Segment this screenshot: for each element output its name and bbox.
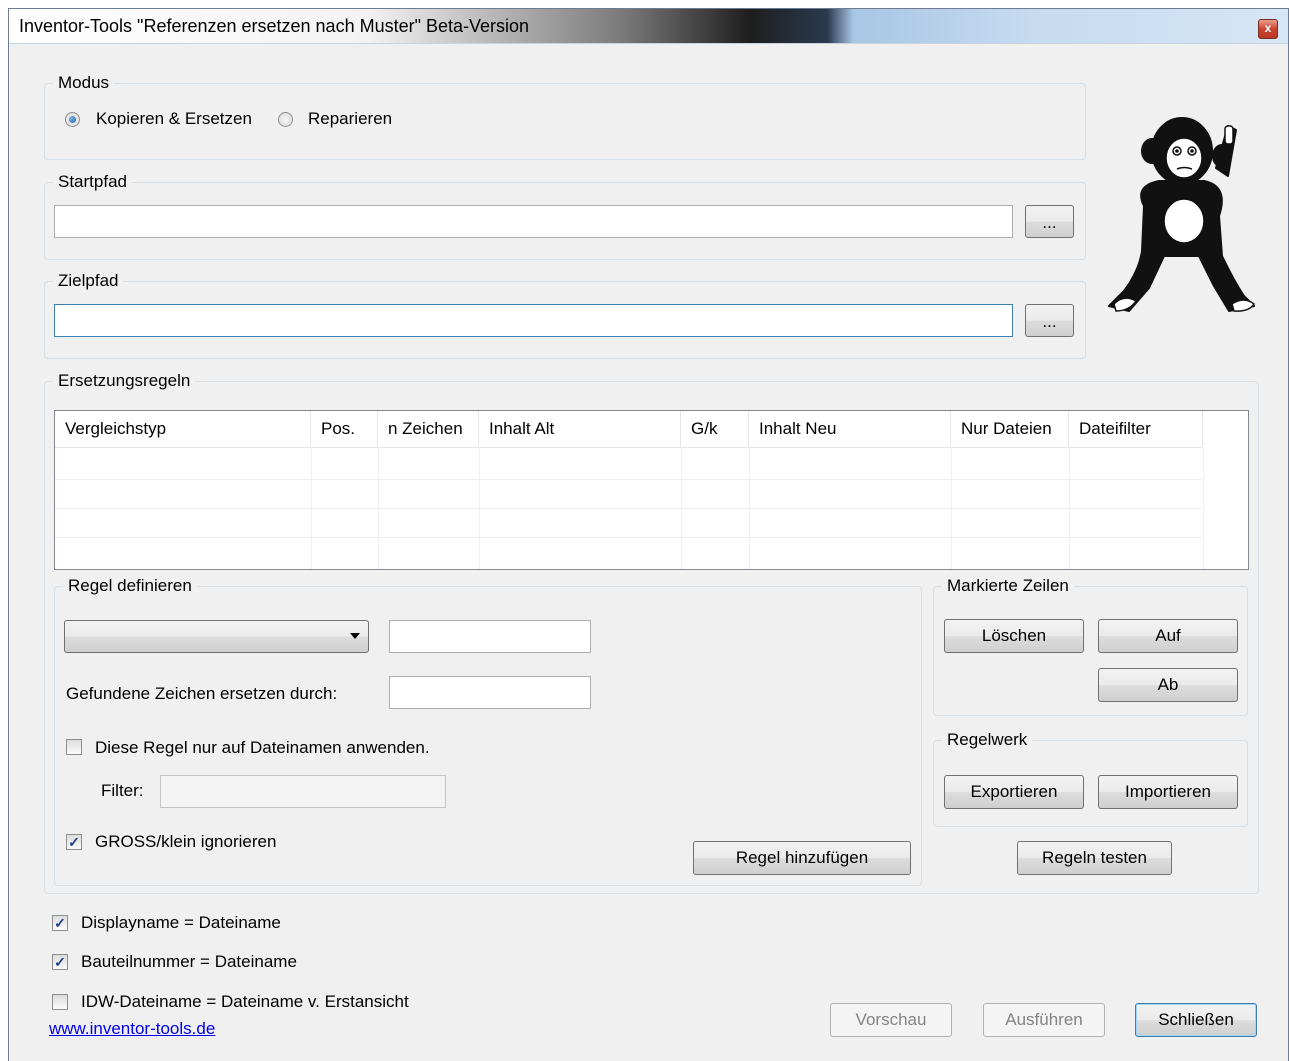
monkey-thinking-logo [1104,106,1259,321]
grid-line [55,508,1202,509]
title-bar[interactable]: Inventor-Tools "Referenzen ersetzen nach… [9,9,1288,43]
marked-rows-legend: Markierte Zeilen [942,577,1074,595]
radio-repair-label[interactable]: Reparieren [308,109,392,129]
filenames-only-label[interactable]: Diese Regel nur auf Dateinamen anwenden. [95,738,430,758]
column-header[interactable]: Vergleichstyp [55,411,311,447]
window-title: Inventor-Tools "Referenzen ersetzen nach… [19,16,530,36]
compare-type-select[interactable] [64,620,369,653]
modus-legend: Modus [53,74,115,92]
filter-input[interactable] [160,775,446,808]
grid-line [479,447,480,569]
radio-copy-replace-label[interactable]: Kopieren & Ersetzen [96,109,252,129]
move-down-button[interactable]: Ab [1098,668,1238,702]
define-rule-legend: Regel definieren [63,577,197,595]
grid-line [681,447,682,569]
rules-table[interactable]: Vergleichstyp Pos. n Zeichen Inhalt Alt … [54,410,1249,570]
ruleset-legend: Regelwerk [942,731,1033,749]
test-rules-label: Regeln testen [1042,848,1147,867]
test-rules-button[interactable]: Regeln testen [1017,841,1172,875]
export-button[interactable]: Exportieren [944,775,1084,809]
grid-line [55,479,1202,480]
idw-checkbox[interactable] [52,994,68,1010]
grid-line [55,447,1202,448]
zielpfad-legend: Zielpfad [53,272,124,290]
grid-line [55,537,1202,538]
move-up-label: Auf [1155,626,1181,645]
execute-label: Ausführen [1005,1010,1083,1029]
startpfad-legend: Startpfad [53,173,132,191]
displayname-checkbox[interactable]: ✓ [52,915,68,931]
monkey-logo-svg [1108,117,1255,312]
preview-button[interactable]: Vorschau [830,1003,952,1037]
add-rule-button[interactable]: Regel hinzufügen [693,841,911,875]
column-header[interactable]: Dateifilter [1069,411,1203,447]
column-header[interactable]: G/k [681,411,749,447]
partnumber-label[interactable]: Bauteilnummer = Dateiname [81,952,297,972]
grid-line [1069,447,1070,569]
column-header[interactable]: Inhalt Alt [479,411,681,447]
search-value-input[interactable] [389,620,591,653]
column-header[interactable]: Inhalt Neu [749,411,951,447]
dialog-client-area: Modus Kopieren & Ersetzen Reparieren Sta… [9,43,1288,1061]
radio-repair[interactable] [278,112,293,127]
export-label: Exportieren [970,782,1058,801]
move-up-button[interactable]: Auf [1098,619,1238,653]
zielpfad-browse-label: ... [1042,312,1057,331]
replace-value-input[interactable] [389,676,591,709]
dialog-window: Inventor-Tools "Referenzen ersetzen nach… [8,8,1289,1061]
displayname-label[interactable]: Displayname = Dateiname [81,913,281,933]
delete-rows-label: Löschen [981,626,1047,645]
website-link[interactable]: www.inventor-tools.de [49,1019,215,1039]
column-header[interactable]: n Zeichen [378,411,479,447]
close-button[interactable]: Schließen [1135,1003,1257,1037]
partnumber-checkbox[interactable]: ✓ [52,954,68,970]
grid-line [1203,447,1204,569]
import-button[interactable]: Importieren [1098,775,1238,809]
zielpfad-browse-button[interactable]: ... [1025,304,1074,337]
filter-label: Filter: [101,781,144,800]
startpfad-browse-button[interactable]: ... [1025,205,1074,238]
ignore-case-label[interactable]: GROSS/klein ignorieren [95,832,276,852]
delete-rows-button[interactable]: Löschen [944,619,1084,653]
move-down-label: Ab [1157,675,1179,694]
close-icon[interactable]: x [1258,19,1278,39]
modus-group: Modus Kopieren & Ersetzen Reparieren [44,74,1086,160]
column-header[interactable]: Pos. [311,411,378,447]
zielpfad-input[interactable] [54,304,1013,337]
rules-legend: Ersetzungsregeln [53,372,196,390]
idw-label[interactable]: IDW-Dateiname = Dateiname v. Erstansicht [81,992,409,1012]
grid-line [951,447,952,569]
column-header[interactable]: Nur Dateien [951,411,1069,447]
import-label: Importieren [1125,782,1211,801]
ignore-case-checkbox[interactable]: ✓ [66,834,82,850]
grid-line [378,447,379,569]
close-label: Schließen [1158,1010,1234,1029]
startpfad-input[interactable] [54,205,1013,238]
startpfad-group: Startpfad ... [44,173,1086,260]
zielpfad-group: Zielpfad ... [44,272,1086,359]
filenames-only-checkbox[interactable] [66,739,82,755]
grid-line [311,447,312,569]
chevron-down-icon [350,633,360,639]
startpfad-browse-label: ... [1042,213,1057,232]
grid-line [749,447,750,569]
execute-button[interactable]: Ausführen [983,1003,1105,1037]
replace-label: Gefundene Zeichen ersetzen durch: [66,684,338,703]
preview-label: Vorschau [855,1010,927,1029]
radio-copy-replace[interactable] [65,112,80,127]
add-rule-label: Regel hinzufügen [735,848,869,867]
